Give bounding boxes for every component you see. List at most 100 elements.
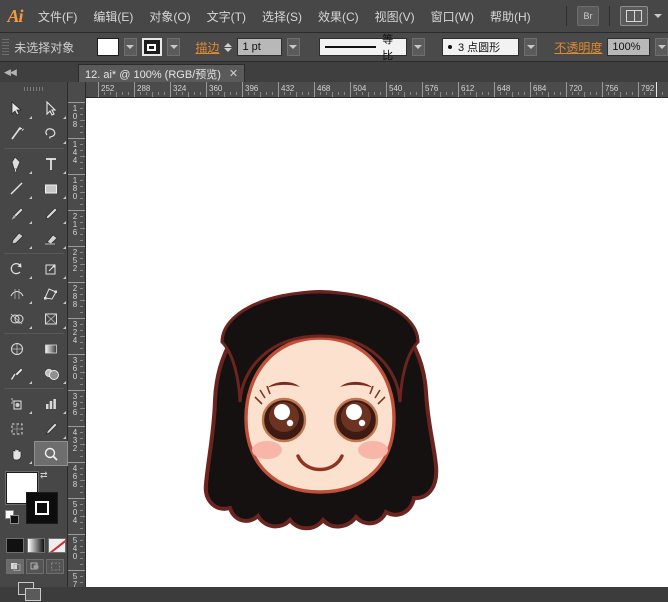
ruler-minor-tick <box>80 186 83 187</box>
ruler-tick <box>242 82 243 98</box>
selection-status-label: 未选择对象 <box>14 39 74 56</box>
ruler-minor-tick <box>80 258 83 259</box>
magic-wand-tool[interactable] <box>0 121 34 146</box>
width-tool[interactable] <box>0 281 34 306</box>
ruler-minor-tick <box>80 540 83 541</box>
horizontal-ruler[interactable]: 2522883243603964324685045405766126486847… <box>86 82 668 98</box>
menu-edit[interactable]: 编辑(E) <box>85 4 141 29</box>
ruler-minor-tick <box>392 92 393 95</box>
none-mode-button[interactable] <box>48 538 66 553</box>
stroke-color-swatch[interactable] <box>142 38 162 56</box>
menu-type[interactable]: 文字(T) <box>199 4 254 29</box>
fill-dropdown-button[interactable] <box>124 38 137 56</box>
ruler-minor-tick <box>338 92 339 95</box>
vertical-ruler[interactable]: 1081441802162522883243603964324685045405… <box>68 98 86 587</box>
zoom-tool[interactable] <box>34 441 68 466</box>
menu-object[interactable]: 对象(O) <box>141 4 198 29</box>
pen-tool[interactable] <box>0 151 34 176</box>
screen-mode-button[interactable] <box>18 582 44 602</box>
mesh-tool[interactable] <box>0 336 34 361</box>
rotate-tool[interactable] <box>0 256 34 281</box>
document-tab[interactable]: 12. ai* @ 100% (RGB/预览) ✕ <box>78 64 245 82</box>
draw-inside-button[interactable] <box>46 559 64 574</box>
artwork-cartoon-girl-face[interactable] <box>170 284 470 559</box>
toolbox-drag-handle[interactable] <box>0 82 67 96</box>
opacity-input[interactable]: 100% <box>607 38 650 56</box>
toolbox-stroke-swatch[interactable] <box>26 492 58 524</box>
color-mode-button[interactable] <box>6 538 24 553</box>
stroke-panel-link[interactable]: 描边 <box>195 39 219 56</box>
ruler-minor-tick <box>80 240 83 241</box>
eraser-tool[interactable] <box>34 226 68 251</box>
ruler-label: 540 <box>389 84 402 93</box>
ruler-minor-tick <box>80 306 83 307</box>
selection-tool[interactable] <box>0 96 34 121</box>
ruler-tick <box>494 82 495 98</box>
direct-selection-tool[interactable] <box>34 96 68 121</box>
fill-stroke-controls: ⇄ <box>6 472 67 534</box>
ruler-tick <box>68 498 86 499</box>
draw-normal-button[interactable] <box>6 559 24 574</box>
workspace-switcher-button[interactable] <box>620 6 648 26</box>
perspective-grid-tool[interactable] <box>34 306 68 331</box>
collapse-panel-icon[interactable]: ◀◀ <box>4 67 16 78</box>
type-tool[interactable] <box>34 151 68 176</box>
ruler-label: 540 <box>71 537 79 561</box>
ruler-label: 720 <box>569 84 582 93</box>
brush-dropdown-button[interactable] <box>524 38 537 56</box>
slice-tool[interactable] <box>34 416 68 441</box>
opacity-dropdown-button[interactable] <box>655 38 668 56</box>
ruler-minor-tick <box>578 92 579 95</box>
pencil-tool[interactable] <box>34 201 68 226</box>
menu-file[interactable]: 文件(F) <box>30 4 85 29</box>
column-graph-tool[interactable] <box>34 391 68 416</box>
chevron-down-icon[interactable] <box>654 14 662 18</box>
bridge-button[interactable]: Br <box>577 6 599 26</box>
rectangle-tool[interactable] <box>34 176 68 201</box>
ruler-label: 504 <box>71 501 79 525</box>
scale-tool[interactable] <box>34 256 68 281</box>
shape-builder-tool[interactable] <box>0 306 34 331</box>
paintbrush-tool[interactable] <box>0 201 34 226</box>
eyedropper-tool[interactable] <box>0 361 34 386</box>
width-profile-combo[interactable]: 等比 <box>319 38 407 56</box>
menu-select[interactable]: 选择(S) <box>254 4 310 29</box>
ruler-minor-tick <box>554 92 555 95</box>
blend-tool[interactable] <box>34 361 68 386</box>
ruler-minor-tick <box>80 162 83 163</box>
blob-brush-tool[interactable] <box>0 226 34 251</box>
stroke-weight-input[interactable]: 1 pt <box>237 38 281 56</box>
stroke-weight-stepper[interactable] <box>224 43 232 52</box>
stroke-dropdown-button[interactable] <box>167 38 180 56</box>
lasso-tool[interactable] <box>34 121 68 146</box>
line-segment-tool[interactable] <box>0 176 34 201</box>
brush-definition-combo[interactable]: 3 点圆形 <box>442 38 519 56</box>
ruler-minor-tick <box>80 450 83 451</box>
control-bar-grip[interactable] <box>2 36 9 58</box>
draw-behind-button[interactable] <box>26 559 44 574</box>
ruler-minor-tick <box>452 92 453 95</box>
symbol-sprayer-tool[interactable] <box>0 391 34 416</box>
artboard-tool[interactable] <box>0 416 34 441</box>
menu-window[interactable]: 窗口(W) <box>423 4 482 29</box>
free-transform-tool[interactable] <box>34 281 68 306</box>
ruler-minor-tick <box>398 92 399 95</box>
ruler-minor-tick <box>374 92 375 95</box>
menu-view[interactable]: 视图(V) <box>367 4 423 29</box>
width-profile-dropdown-button[interactable] <box>412 38 425 56</box>
ruler-minor-tick <box>380 92 381 95</box>
swap-fill-stroke-icon[interactable]: ⇄ <box>40 470 48 481</box>
ruler-tick <box>68 174 86 175</box>
gradient-mode-button[interactable] <box>27 538 45 553</box>
menu-help[interactable]: 帮助(H) <box>482 4 539 29</box>
canvas-area[interactable] <box>86 98 668 587</box>
fill-color-swatch[interactable] <box>97 38 119 56</box>
gradient-tool[interactable] <box>34 336 68 361</box>
hand-tool[interactable] <box>0 441 34 466</box>
menu-bar: Ai 文件(F) 编辑(E) 对象(O) 文字(T) 选择(S) 效果(C) 视… <box>0 0 668 33</box>
stroke-weight-dropdown-button[interactable] <box>287 38 300 56</box>
opacity-panel-link[interactable]: 不透明度 <box>554 39 602 56</box>
close-icon[interactable]: ✕ <box>229 67 238 80</box>
menu-effect[interactable]: 效果(C) <box>310 4 367 29</box>
ruler-minor-tick <box>200 92 201 95</box>
